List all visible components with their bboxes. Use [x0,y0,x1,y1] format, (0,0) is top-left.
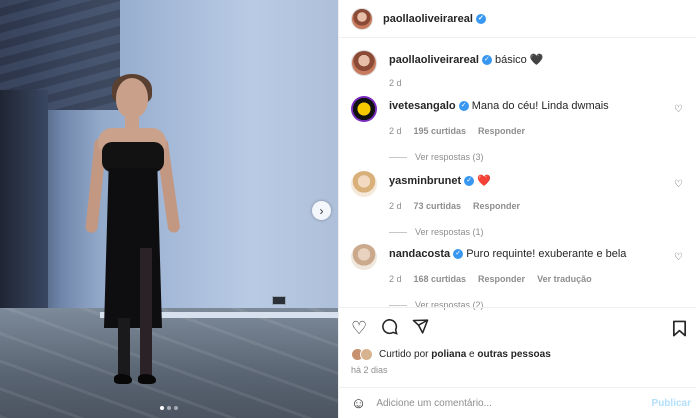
chevron-right-icon: › [319,203,324,218]
carousel-dot [160,406,164,410]
publish-button[interactable]: Publicar [652,398,691,409]
comment-likes[interactable]: 73 curtidas [414,201,462,211]
verified-icon: ✓ [481,55,492,66]
verified-icon: ✓ [453,249,464,260]
reply-button[interactable]: Responder [473,201,520,211]
comment-item: nandacosta ✓ Puro requinte! exuberante e … [351,244,689,310]
carousel-dot [174,406,178,410]
verified-icon: ✓ [458,101,469,112]
comment-text: Mana do céu! Linda dwmais [471,100,609,112]
post-photo[interactable]: › [0,0,338,418]
comment-likes[interactable]: 195 curtidas [414,126,467,136]
post-side-panel: paollaoliveirareal ✓ paollaoliveirareal ✓ … [338,0,696,418]
comment-like-icon[interactable]: ♡ [674,252,683,263]
comment-like-icon[interactable]: ♡ [674,179,683,190]
comment-input[interactable] [376,397,607,409]
commenter-avatar[interactable] [351,171,377,197]
author-username[interactable]: paollaoliveirareal ✓ [383,13,486,25]
comment-username[interactable]: yasminbrunet [389,175,461,187]
comment-username[interactable]: ivetesangalo [389,100,456,112]
liked-by-user[interactable]: poliana [431,349,466,360]
author-avatar[interactable] [351,7,373,30]
carousel-dot [167,406,171,410]
liked-by-others[interactable]: outras pessoas [477,349,550,360]
caption-username[interactable]: paollaoliveirareal [389,54,479,66]
comment-likes[interactable]: 168 curtidas [414,274,467,284]
comment-age: 2 d [389,201,402,211]
instagram-post-modal: › paollaoliveirareal ✓ paollaoliveirareal… [0,0,696,418]
liked-by: Curtido por poliana e outras pessoas [351,348,551,361]
caption: paollaoliveirareal ✓ básico 🖤 2 d [351,50,689,88]
comment-username[interactable]: nandacosta [389,248,450,260]
comment-text: ❤️ [477,175,491,187]
commenter-avatar[interactable] [351,244,377,270]
liked-by-connector: e [469,349,475,360]
post-header: paollaoliveirareal ✓ [339,0,696,38]
translate-button[interactable]: Ver tradução [537,274,592,284]
comment-text: Puro requinte! exuberante e bela [466,248,627,260]
commenter-avatar[interactable] [351,96,377,122]
caption-text: básico [494,54,527,66]
comment-item: yasminbrunet ✓ ❤️ ♡ 2 d 73 curtidas Respo… [351,171,689,237]
comment-age: 2 d [389,274,402,284]
caption-age: 2 d [389,78,402,88]
verified-icon: ✓ [464,176,475,187]
view-replies-button[interactable]: Ver respostas (3) [389,152,689,162]
woman-in-black-dress [85,74,181,388]
liked-by-prefix: Curtido por [379,349,429,360]
heart-icon[interactable]: ♡ [351,319,367,337]
reply-button[interactable]: Responder [478,126,525,136]
caption-heart: 🖤 [529,54,544,66]
share-icon[interactable] [412,318,429,338]
comment-like-icon[interactable]: ♡ [674,104,683,115]
carousel-next-button[interactable]: › [312,201,331,220]
add-comment-bar: ☺ Publicar [339,387,696,418]
bookmark-icon[interactable] [672,320,687,340]
liker-avatar[interactable] [360,348,373,361]
reply-button[interactable]: Responder [478,274,525,284]
post-actions: ♡ [339,307,696,347]
wall-outlet [272,296,286,305]
comment-icon[interactable] [381,318,398,338]
post-date: há 2 dias [351,365,388,375]
comment-item: ivetesangalo ✓ Mana do céu! Linda dwmais … [351,96,689,162]
carousel-dots [0,406,338,410]
view-replies-button[interactable]: Ver respostas (1) [389,227,689,237]
comment-age: 2 d [389,126,402,136]
caption-avatar[interactable] [351,50,377,76]
emoji-icon[interactable]: ☺ [351,395,366,412]
verified-icon: ✓ [475,13,486,24]
